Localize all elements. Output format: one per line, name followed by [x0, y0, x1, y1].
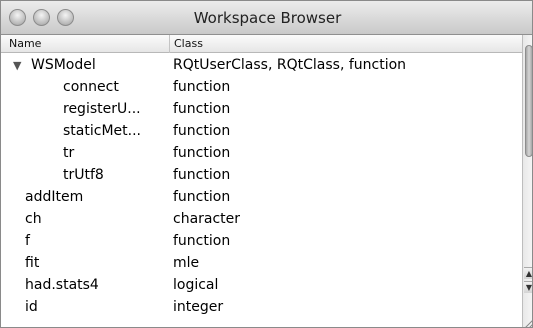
tree-row[interactable]: staticMet... function — [1, 120, 522, 142]
row-class: RQtUserClass, RQtClass, function — [173, 57, 407, 73]
tree-row-wsmodel[interactable]: ▼ WSModel RQtUserClass, RQtClass, functi… — [1, 54, 522, 76]
tree-row[interactable]: id integer — [1, 296, 522, 318]
row-name: tr — [63, 145, 75, 161]
tree-row[interactable]: had.stats4 logical — [1, 274, 522, 296]
scroll-down-arrow-icon[interactable]: ▼ — [524, 281, 532, 293]
tree-row[interactable]: tr function — [1, 142, 522, 164]
row-name: staticMet... — [63, 123, 141, 139]
title-bar[interactable]: Workspace Browser — [1, 1, 532, 35]
row-name: fit — [25, 255, 40, 271]
tree-row[interactable]: f function — [1, 230, 522, 252]
scrollbar-thumb[interactable] — [525, 45, 532, 157]
row-class: function — [173, 101, 231, 117]
row-class: character — [173, 211, 241, 227]
row-name: registerU... — [63, 101, 141, 117]
tree-row[interactable]: trUtf8 function — [1, 164, 522, 186]
row-class: mle — [173, 255, 200, 271]
row-class: integer — [173, 299, 224, 315]
column-header-name[interactable]: Name — [9, 35, 165, 53]
window-title: Workspace Browser — [193, 9, 342, 27]
row-class: function — [173, 189, 231, 205]
row-name: had.stats4 — [25, 277, 99, 293]
row-name: connect — [63, 79, 119, 95]
row-name: WSModel — [31, 57, 96, 73]
row-class: logical — [173, 277, 219, 293]
row-class: function — [173, 167, 231, 183]
row-name: ch — [25, 211, 42, 227]
column-header-class[interactable]: Class — [169, 35, 519, 53]
row-class: function — [173, 79, 231, 95]
tree-row[interactable]: addItem function — [1, 186, 522, 208]
workspace-browser-window: Workspace Browser Name Class ▼ WSModel R… — [0, 0, 533, 328]
scroll-up-arrow-icon[interactable]: ▲ — [524, 267, 532, 279]
tree-row[interactable]: fit mle — [1, 252, 522, 274]
row-class: function — [173, 123, 231, 139]
tree-row[interactable]: connect function — [1, 76, 522, 98]
vertical-scrollbar[interactable]: ▲ ▼ — [522, 35, 532, 327]
resize-grip-icon[interactable] — [522, 317, 533, 328]
tree-row[interactable]: registerU... function — [1, 98, 522, 120]
row-class: function — [173, 145, 231, 161]
column-header: Name Class — [1, 35, 522, 53]
row-name: f — [25, 233, 30, 249]
row-name: addItem — [25, 189, 84, 205]
row-name: id — [25, 299, 38, 315]
tree-row[interactable]: ch character — [1, 208, 522, 230]
disclosure-triangle-icon[interactable]: ▼ — [13, 60, 21, 71]
workspace-tree: ▼ WSModel RQtUserClass, RQtClass, functi… — [1, 54, 522, 327]
row-name: trUtf8 — [63, 167, 104, 183]
row-class: function — [173, 233, 231, 249]
